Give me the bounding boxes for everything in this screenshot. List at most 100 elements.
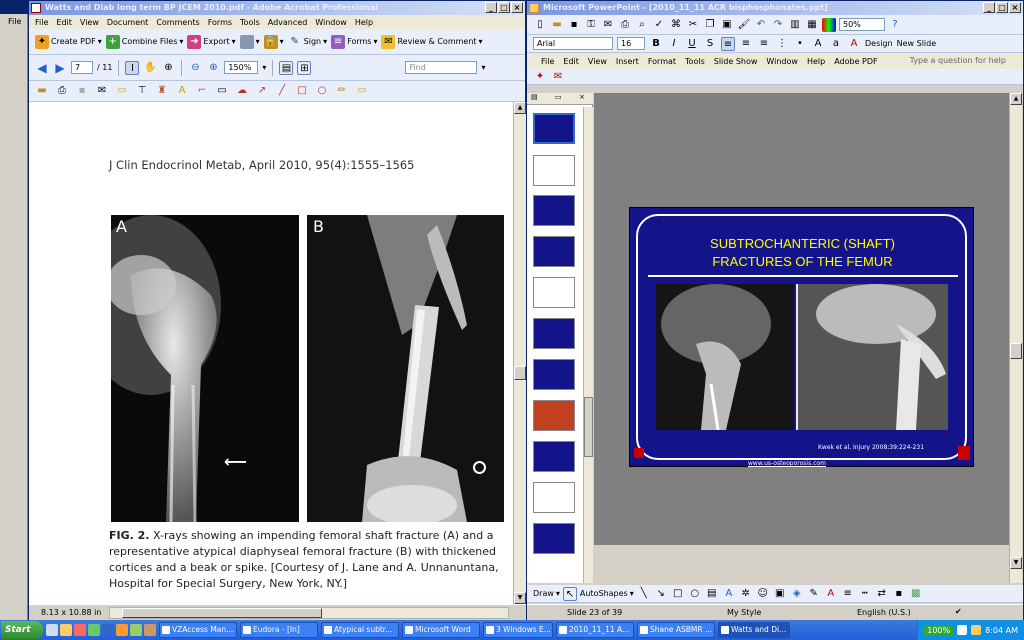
menu-window[interactable]: Window (766, 57, 798, 66)
export-button[interactable]: ➜ Export ▾ (187, 34, 236, 49)
zoom-dropdown-icon[interactable]: ▾ (262, 63, 266, 72)
textbox-icon[interactable]: ▤ (705, 587, 719, 601)
undo-icon[interactable]: ↶ (754, 18, 768, 32)
quick-launch-icon[interactable] (88, 624, 100, 636)
scroll-up-button[interactable]: ▲ (1010, 93, 1022, 105)
close-button[interactable]: × (1009, 2, 1021, 13)
outline-tab[interactable]: ▤ (531, 93, 538, 101)
print-icon[interactable]: ⎙ (55, 84, 69, 98)
line-icon[interactable]: ╲ (637, 587, 651, 601)
secure-button[interactable]: 🔒 ▾ (263, 34, 284, 49)
new-icon[interactable]: ▯ (533, 18, 547, 32)
close-pane-icon[interactable]: × (579, 93, 585, 101)
select-tool-icon[interactable]: I (125, 60, 140, 75)
bold-icon[interactable]: B (649, 37, 663, 51)
thumbnail-scrollbar[interactable] (583, 107, 593, 583)
align-right-icon[interactable]: ≡ (757, 37, 771, 51)
slide-thumbnail[interactable] (533, 482, 575, 513)
italic-icon[interactable]: I (667, 37, 681, 51)
numbering-icon[interactable]: ⋮ (775, 37, 789, 51)
clipart-icon[interactable]: ☺ (756, 587, 770, 601)
scroll-thumb[interactable] (514, 366, 526, 380)
sign-button[interactable]: ✎ Sign ▾ (288, 35, 327, 49)
shadow-style-icon[interactable]: ▪ (892, 587, 906, 601)
dash-style-icon[interactable]: ┅ (858, 587, 872, 601)
pencil-icon[interactable]: ✏ (335, 84, 349, 98)
help-icon[interactable]: ? (888, 18, 902, 32)
callout-icon[interactable]: ⌐ (195, 84, 209, 98)
taskbar-item-active[interactable]: Watts and Di... (718, 622, 790, 638)
menu-tools[interactable]: Tools (685, 57, 705, 66)
slide-thumbnail[interactable] (533, 236, 575, 267)
arrow-style-icon[interactable]: ⇄ (875, 587, 889, 601)
combine-files-button[interactable]: + Combine Files ▾ (105, 34, 183, 49)
maximize-button[interactable]: □ (498, 2, 510, 13)
align-left-icon[interactable]: ≡ (721, 36, 735, 51)
slide-thumbnail[interactable] (533, 155, 575, 186)
battery-indicator[interactable]: 100% (924, 625, 954, 635)
start-button[interactable]: Start (1, 621, 43, 639)
font-name-combo[interactable]: Arial (533, 37, 613, 50)
wordart-icon[interactable]: A (722, 587, 736, 601)
menu-format[interactable]: Format (648, 57, 676, 66)
document-vertical-scrollbar[interactable]: ▲ ▼ (513, 102, 526, 604)
save-icon[interactable]: ▪ (567, 18, 581, 32)
create-pdf-button[interactable]: ✦ Create PDF ▾ (35, 34, 102, 49)
text-edits-icon[interactable]: ⊤ (135, 84, 149, 98)
hand-tool-icon[interactable]: ✋ (143, 61, 157, 75)
cut-icon[interactable]: ✂ (686, 18, 700, 32)
minimize-button[interactable]: _ (485, 2, 497, 13)
print-icon[interactable]: ⎙ (618, 18, 632, 32)
menu-tools[interactable]: Tools (240, 18, 260, 27)
select-objects-icon[interactable]: ↖ (562, 586, 577, 601)
menu-document[interactable]: Document (107, 18, 148, 27)
menu-view[interactable]: View (588, 57, 607, 66)
taskbar-item[interactable]: 3 Windows E... (483, 622, 553, 638)
zoom-out-icon[interactable]: ⊖ (188, 61, 202, 75)
quick-launch-icon[interactable] (74, 624, 86, 636)
minimize-button[interactable]: _ (983, 2, 995, 13)
taskbar-item[interactable]: VZAccess Man... (159, 622, 237, 638)
review-comment-button[interactable]: ✉ Review & Comment ▾ (381, 34, 483, 49)
menu-view[interactable]: View (80, 18, 99, 27)
print-scan-button[interactable]: ▾ (239, 34, 260, 49)
menu-help[interactable]: Help (355, 18, 373, 27)
autoshapes-menu[interactable]: AutoShapes ▾ (580, 589, 634, 598)
previous-page-icon[interactable]: ◀ (35, 61, 49, 75)
font-color-icon[interactable]: A (847, 37, 861, 51)
quick-launch-icon[interactable] (116, 624, 128, 636)
zoom-combo[interactable]: 50% (839, 18, 885, 31)
text-box-icon[interactable]: ▭ (215, 84, 229, 98)
next-page-icon[interactable]: ▶ (53, 61, 67, 75)
menu-slide-show[interactable]: Slide Show (714, 57, 758, 66)
oval-icon[interactable]: ○ (688, 587, 702, 601)
page-number-input[interactable]: 7 (71, 61, 93, 74)
oval-icon[interactable]: ○ (315, 84, 329, 98)
3d-style-icon[interactable]: ▩ (909, 587, 923, 601)
menu-window[interactable]: Window (315, 18, 347, 27)
slide-thumbnail[interactable] (533, 277, 575, 308)
format-painter-icon[interactable]: 🖌 (737, 18, 751, 32)
taskbar-item[interactable]: Microsoft Word (402, 622, 480, 638)
picture-icon[interactable]: ▣ (773, 587, 787, 601)
slide-thumbnail[interactable] (533, 400, 575, 431)
taskbar-item[interactable]: Shane ASBMR ... (637, 622, 715, 638)
slides-tab[interactable]: ▭ (555, 93, 562, 101)
horizontal-scrollbar[interactable] (109, 607, 509, 619)
font-size-combo[interactable]: 16 (617, 37, 645, 50)
menu-edit[interactable]: Edit (56, 18, 72, 27)
slide-thumbnail[interactable] (533, 441, 575, 472)
cloud-icon[interactable]: ☁ (235, 84, 249, 98)
taskbar-item[interactable]: 2010_11_11 A... (556, 622, 634, 638)
find-dropdown-icon[interactable]: ▾ (481, 63, 485, 72)
save-icon[interactable]: ▪ (75, 84, 89, 98)
sticky-note-icon[interactable]: ▭ (115, 84, 129, 98)
volume-icon[interactable] (971, 625, 982, 635)
menu-comments[interactable]: Comments (156, 18, 199, 27)
increase-font-icon[interactable]: A (811, 37, 825, 51)
highlight-text-icon[interactable]: A (175, 84, 189, 98)
forms-button[interactable]: ≡ Forms ▾ (331, 34, 377, 49)
table-icon[interactable]: ▦ (805, 18, 819, 32)
document-viewport[interactable]: J Clin Endocrinol Metab, April 2010, 95(… (29, 102, 513, 604)
menu-file[interactable]: File (35, 18, 48, 27)
